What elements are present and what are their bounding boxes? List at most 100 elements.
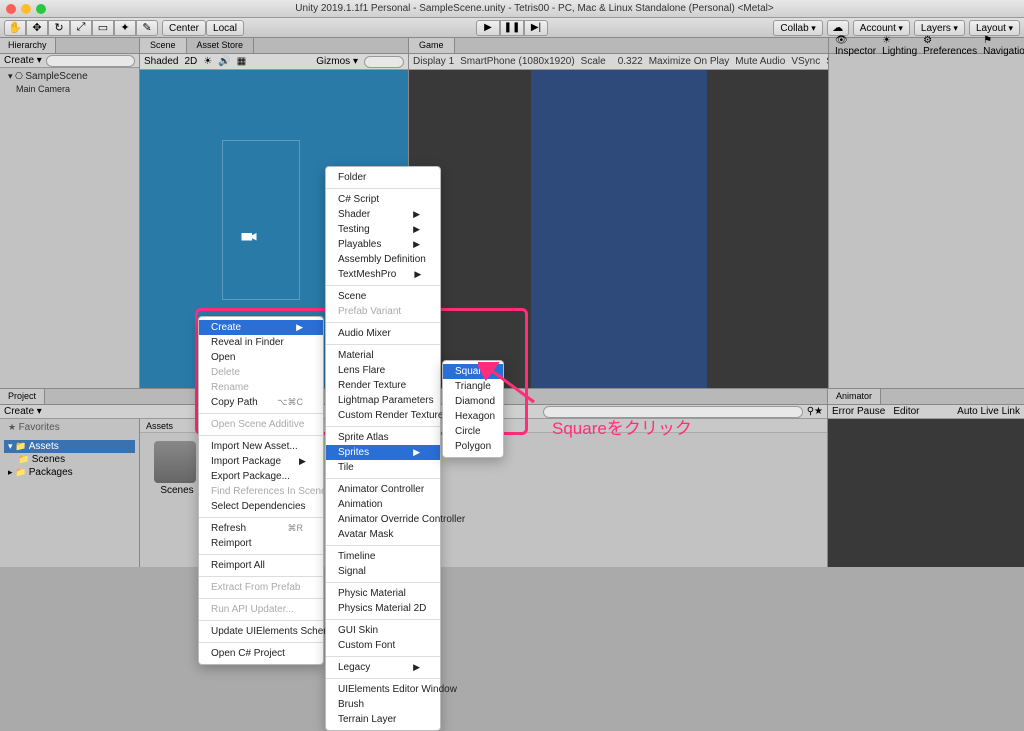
hierarchy-item-main-camera[interactable]: Main Camera <box>4 83 135 95</box>
auto-live-link[interactable]: Auto Live Link <box>957 406 1020 417</box>
asset-scenes-folder[interactable]: Scenes <box>154 441 200 496</box>
mi-csharp-script[interactable]: C# Script <box>326 192 440 207</box>
packages-root[interactable]: ▸ 📁 Packages <box>4 466 135 479</box>
tab-project[interactable]: Project <box>0 389 45 404</box>
animator-body[interactable] <box>828 419 1024 567</box>
cloud-button[interactable]: ☁ <box>827 20 849 36</box>
scene-root[interactable]: ▾ ⎔ SampleScene <box>4 70 135 83</box>
mi-custom-font[interactable]: Custom Font <box>326 638 440 653</box>
mi-physic-material[interactable]: Physic Material <box>326 586 440 601</box>
folder-scenes[interactable]: 📁 Scenes <box>4 453 135 466</box>
mi-reimport[interactable]: Reimport <box>199 536 323 551</box>
hierarchy-create-dropdown[interactable]: Create ▾ <box>4 55 42 66</box>
mi-triangle[interactable]: Triangle <box>443 379 503 394</box>
mi-avatar-mask[interactable]: Avatar Mask <box>326 527 440 542</box>
tab-inspector[interactable]: 👁 Inspector <box>835 35 876 57</box>
tab-hierarchy[interactable]: Hierarchy <box>0 38 56 53</box>
tab-scene[interactable]: Scene <box>140 38 187 53</box>
mi-hexagon[interactable]: Hexagon <box>443 409 503 424</box>
custom-tool[interactable]: ✎ <box>136 20 158 36</box>
hand-tool[interactable]: ✋ <box>4 20 26 36</box>
mi-open-csharp-project[interactable]: Open C# Project <box>199 646 323 661</box>
mi-uielements-editor-window[interactable]: UIElements Editor Window <box>326 682 440 697</box>
mi-lightmap-parameters[interactable]: Lightmap Parameters <box>326 393 440 408</box>
scene-search[interactable] <box>364 56 404 68</box>
mi-circle[interactable]: Circle <box>443 424 503 439</box>
tab-asset-store[interactable]: Asset Store <box>187 38 255 53</box>
move-tool[interactable]: ✥ <box>26 20 48 36</box>
mi-audio-mixer[interactable]: Audio Mixer <box>326 326 440 341</box>
mi-refresh[interactable]: Refresh⌘R <box>199 521 323 536</box>
tab-preferences[interactable]: ⚙ Preferences <box>923 35 977 57</box>
mi-testing[interactable]: Testing▶ <box>326 222 440 237</box>
mi-reveal-in-finder[interactable]: Reveal in Finder <box>199 335 323 350</box>
collab-dropdown[interactable]: Collab ▾ <box>773 20 822 36</box>
maximize-on-play[interactable]: Maximize On Play <box>649 56 730 67</box>
mi-playables[interactable]: Playables▶ <box>326 237 440 252</box>
rotate-tool[interactable]: ↻ <box>48 20 70 36</box>
editor-dropdown[interactable]: Editor <box>893 406 919 417</box>
2d-toggle[interactable]: 2D <box>184 56 197 67</box>
mi-lens-flare[interactable]: Lens Flare <box>326 363 440 378</box>
mi-polygon[interactable]: Polygon <box>443 439 503 454</box>
mi-tile[interactable]: Tile <box>326 460 440 475</box>
vsync-toggle[interactable]: VSync <box>791 56 820 67</box>
maximize-window-button[interactable] <box>36 4 46 14</box>
mi-update-uielements-schema[interactable]: Update UIElements Schema <box>199 624 323 639</box>
pivot-center-toggle[interactable]: Center <box>162 20 206 36</box>
local-global-toggle[interactable]: Local <box>206 20 244 36</box>
mi-render-texture[interactable]: Render Texture <box>326 378 440 393</box>
mi-reimport-all[interactable]: Reimport All <box>199 558 323 573</box>
project-create-dropdown[interactable]: Create ▾ <box>4 406 42 417</box>
mi-sprite-atlas[interactable]: Sprite Atlas <box>326 430 440 445</box>
mi-square[interactable]: Square <box>443 364 503 379</box>
mi-terrain-layer[interactable]: Terrain Layer <box>326 712 440 727</box>
layers-dropdown[interactable]: Layers ▾ <box>914 20 965 36</box>
step-button[interactable]: ▶| <box>524 20 548 36</box>
mi-custom-render-texture[interactable]: Custom Render Texture <box>326 408 440 423</box>
mi-assembly-definition[interactable]: Assembly Definition <box>326 252 440 267</box>
scene-audio-toggle[interactable]: 🔊 <box>218 56 230 67</box>
mi-textmeshpro[interactable]: TextMeshPro▶ <box>326 267 440 282</box>
tab-animator[interactable]: Animator <box>828 389 881 404</box>
error-pause-toggle[interactable]: Error Pause <box>832 406 885 417</box>
tab-game[interactable]: Game <box>409 38 455 53</box>
minimize-window-button[interactable] <box>21 4 31 14</box>
mi-scene[interactable]: Scene <box>326 289 440 304</box>
mi-animation[interactable]: Animation <box>326 497 440 512</box>
mute-audio[interactable]: Mute Audio <box>735 56 785 67</box>
mi-sprites[interactable]: Sprites▶ <box>326 445 440 460</box>
mi-shader[interactable]: Shader▶ <box>326 207 440 222</box>
mi-import-package[interactable]: Import Package▶ <box>199 454 323 469</box>
project-star-icon[interactable]: ★ <box>814 406 823 417</box>
mi-physics-material-2d[interactable]: Physics Material 2D <box>326 601 440 616</box>
scene-light-toggle[interactable]: ☀ <box>203 56 212 67</box>
game-view[interactable] <box>409 70 828 388</box>
mi-timeline[interactable]: Timeline <box>326 549 440 564</box>
hierarchy-search[interactable] <box>46 55 135 67</box>
account-dropdown[interactable]: Account ▾ <box>853 20 910 36</box>
mi-animator-controller[interactable]: Animator Controller <box>326 482 440 497</box>
scene-fx-toggle[interactable]: ▦ <box>237 56 246 67</box>
mi-select-dependencies[interactable]: Select Dependencies <box>199 499 323 514</box>
play-button[interactable]: ▶ <box>476 20 500 36</box>
mi-material[interactable]: Material <box>326 348 440 363</box>
assets-root[interactable]: ▾ 📁 Assets <box>4 440 135 453</box>
tab-lighting[interactable]: ☀ Lighting <box>882 35 917 57</box>
mi-animator-override-controller[interactable]: Animator Override Controller <box>326 512 440 527</box>
mi-export-package[interactable]: Export Package... <box>199 469 323 484</box>
scale-tool[interactable]: ⤢ <box>70 20 92 36</box>
layout-dropdown[interactable]: Layout ▾ <box>969 20 1020 36</box>
aspect-dropdown[interactable]: SmartPhone (1080x1920) <box>460 56 575 67</box>
shaded-dropdown[interactable]: Shaded <box>144 56 178 67</box>
display-dropdown[interactable]: Display 1 <box>413 56 454 67</box>
mi-copy-path[interactable]: Copy Path⌥⌘C <box>199 395 323 410</box>
tab-navigation[interactable]: ⚑ Navigation <box>983 35 1024 57</box>
gizmos-dropdown[interactable]: Gizmos ▾ <box>316 56 358 67</box>
mi-diamond[interactable]: Diamond <box>443 394 503 409</box>
pause-button[interactable]: ❚❚ <box>500 20 524 36</box>
mi-folder[interactable]: Folder <box>326 170 440 185</box>
mi-signal[interactable]: Signal <box>326 564 440 579</box>
rect-tool[interactable]: ▭ <box>92 20 114 36</box>
mi-create[interactable]: Create▶ <box>199 320 323 335</box>
